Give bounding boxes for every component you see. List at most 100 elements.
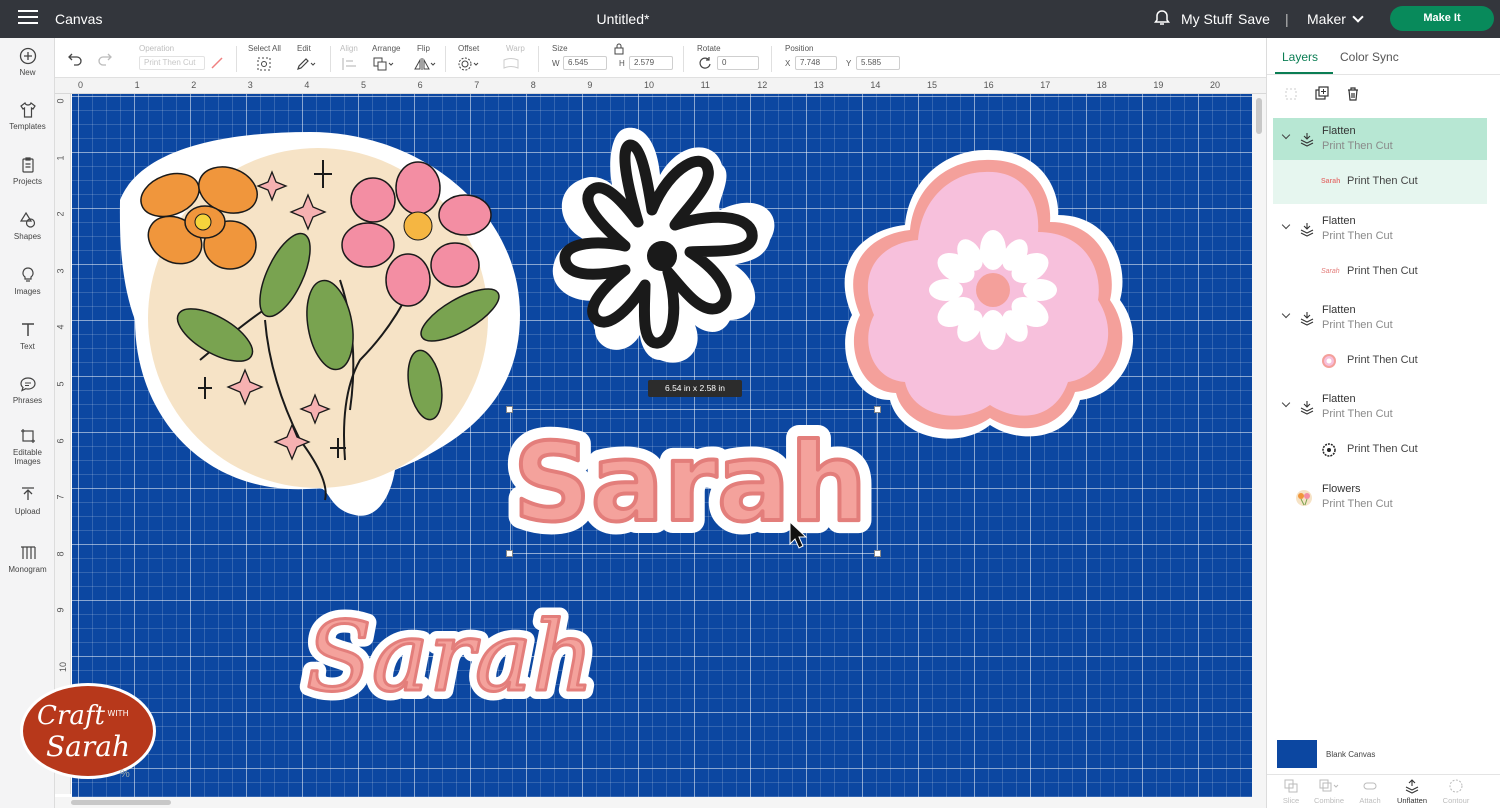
sidebar-item-phrases[interactable]: Phrases bbox=[0, 375, 55, 405]
layer-group-header[interactable]: Flatten Print Then Cut bbox=[1273, 118, 1487, 160]
y-position-input[interactable]: 5.585 bbox=[856, 56, 900, 70]
operation-select[interactable]: Print Then Cut bbox=[139, 56, 205, 70]
arrange-icon[interactable] bbox=[372, 56, 396, 72]
warp-label: Warp bbox=[506, 44, 525, 53]
redo-icon[interactable] bbox=[97, 50, 113, 66]
selection-box[interactable] bbox=[510, 409, 878, 554]
make-it-button[interactable]: Make It bbox=[1390, 6, 1494, 31]
layer-group[interactable]: Flatten Print Then Cut Print Then Cut bbox=[1273, 297, 1487, 383]
sidebar-label: Projects bbox=[13, 177, 42, 186]
layer-group-header[interactable]: Flowers Print Then Cut bbox=[1273, 476, 1487, 518]
vertical-scrollbar[interactable] bbox=[1252, 94, 1266, 797]
undo-icon[interactable] bbox=[67, 50, 83, 66]
layer-group[interactable]: Flatten Print Then Cut Print Then Cut bbox=[1273, 386, 1487, 472]
sidebar-item-monogram[interactable]: Monogram bbox=[0, 544, 55, 574]
flip-icon[interactable] bbox=[413, 56, 437, 72]
lightbulb-icon bbox=[21, 267, 34, 282]
align-label: Align bbox=[340, 44, 358, 53]
horizontal-scrollbar[interactable] bbox=[55, 797, 1266, 808]
edit-pencil-icon[interactable] bbox=[295, 56, 317, 72]
resize-handle[interactable] bbox=[874, 406, 881, 413]
layers-panel: Layers Color Sync Flatten Print Then Cut… bbox=[1266, 38, 1500, 808]
x-position-input[interactable]: 7.748 bbox=[795, 56, 837, 70]
select-all-label: Select All bbox=[248, 44, 281, 53]
tab-layers[interactable]: Layers bbox=[1282, 50, 1318, 64]
layer-group-header[interactable]: Flatten Print Then Cut bbox=[1273, 297, 1487, 339]
layer-name: Flatten bbox=[1322, 125, 1356, 137]
slice-button: Slice bbox=[1271, 778, 1311, 805]
resize-handle[interactable] bbox=[506, 406, 513, 413]
panel-divider bbox=[1267, 774, 1500, 775]
chevron-down-icon[interactable] bbox=[1281, 309, 1291, 319]
duplicate-icon[interactable] bbox=[1314, 86, 1330, 102]
layer-name: Flowers bbox=[1322, 483, 1361, 495]
ruler-tick-label: 1 bbox=[55, 155, 66, 161]
sidebar-item-editable-images[interactable]: Editable Images bbox=[0, 427, 55, 466]
combine-button: Combine bbox=[1309, 778, 1349, 805]
offset-icon[interactable] bbox=[457, 56, 481, 72]
craft-with-sarah-logo: Craft WITH Sarah bbox=[20, 683, 156, 779]
ruler-tick-label: 9 bbox=[55, 607, 66, 613]
width-input[interactable]: 6.545 bbox=[563, 56, 607, 70]
sidebar-label: Upload bbox=[14, 507, 41, 516]
ruler-tick-label: 19 bbox=[1153, 80, 1164, 90]
zoom-indicator[interactable]: % bbox=[120, 768, 130, 780]
height-input[interactable]: 2.579 bbox=[629, 56, 673, 70]
blank-canvas-swatch[interactable] bbox=[1277, 740, 1317, 768]
shapes-icon bbox=[19, 211, 35, 228]
chevron-down-icon[interactable] bbox=[1281, 130, 1291, 140]
layer-group-flowers[interactable]: Flowers Print Then Cut bbox=[1273, 476, 1487, 518]
layer-group[interactable]: Flatten Print Then Cut Sarah Print Then … bbox=[1273, 208, 1487, 294]
arrange-label: Arrange bbox=[372, 44, 401, 53]
attach-button: Attach bbox=[1350, 778, 1390, 805]
rotate-label: Rotate bbox=[697, 44, 721, 53]
layer-item-name: Print Then Cut bbox=[1347, 265, 1418, 277]
sidebar-item-projects[interactable]: Projects bbox=[0, 156, 55, 186]
document-title[interactable]: Untitled* bbox=[0, 11, 1246, 27]
layer-group[interactable]: Flatten Print Then Cut Sarah Print Then … bbox=[1273, 118, 1487, 204]
unflatten-button[interactable]: Unflatten bbox=[1392, 778, 1432, 805]
operation-color-swatch-icon[interactable] bbox=[210, 56, 224, 70]
layer-item[interactable]: Sarah Print Then Cut bbox=[1273, 250, 1487, 294]
layer-group-header[interactable]: Flatten Print Then Cut bbox=[1273, 208, 1487, 250]
sidebar-item-shapes[interactable]: Shapes bbox=[0, 211, 55, 241]
ruler-tick-label: 10 bbox=[58, 661, 69, 673]
tab-color-sync[interactable]: Color Sync bbox=[1340, 50, 1399, 64]
sidebar-label: Text bbox=[20, 342, 35, 351]
layer-item[interactable]: Print Then Cut bbox=[1273, 428, 1487, 472]
rotate-input[interactable]: 0 bbox=[717, 56, 759, 70]
notification-bell-icon[interactable] bbox=[1153, 9, 1171, 27]
scroll-thumb[interactable] bbox=[1256, 98, 1262, 134]
sidebar-item-images[interactable]: Images bbox=[0, 266, 55, 296]
flowers-thumbnail-icon bbox=[1296, 490, 1312, 506]
scroll-thumb[interactable] bbox=[71, 800, 171, 805]
my-stuff-link[interactable]: My Stuff bbox=[1181, 11, 1232, 27]
projects-icon bbox=[21, 157, 34, 173]
toolbar-divider bbox=[683, 46, 684, 72]
rotate-icon[interactable] bbox=[698, 56, 712, 70]
layer-group-header[interactable]: Flatten Print Then Cut bbox=[1273, 386, 1487, 428]
chevron-down-icon[interactable] bbox=[1281, 220, 1291, 230]
resize-handle[interactable] bbox=[874, 550, 881, 557]
machine-selector[interactable]: Maker bbox=[1307, 11, 1364, 27]
width-label: W bbox=[552, 59, 560, 68]
resize-handle[interactable] bbox=[506, 550, 513, 557]
lock-icon[interactable] bbox=[614, 43, 624, 55]
layer-item[interactable]: Print Then Cut bbox=[1273, 339, 1487, 383]
sidebar-item-upload[interactable]: Upload bbox=[0, 486, 55, 516]
layer-item-name: Print Then Cut bbox=[1347, 175, 1418, 187]
sidebar-item-templates[interactable]: Templates bbox=[0, 101, 55, 131]
flowers-sticker bbox=[119, 132, 521, 516]
upload-icon bbox=[21, 487, 34, 500]
save-button[interactable]: Save bbox=[1238, 11, 1270, 27]
sidebar-item-new[interactable]: New bbox=[0, 47, 55, 77]
select-all-icon[interactable] bbox=[256, 56, 272, 72]
ruler-tick-label: 6 bbox=[417, 80, 423, 90]
delete-icon[interactable] bbox=[1345, 86, 1361, 102]
chevron-down-icon[interactable] bbox=[1281, 398, 1291, 408]
topbar-separator: | bbox=[1285, 11, 1289, 27]
ruler-tick-label: 1 bbox=[134, 80, 140, 90]
sidebar-item-text[interactable]: Text bbox=[0, 321, 55, 351]
bottom-tool-label: Unflatten bbox=[1396, 796, 1428, 805]
layer-item[interactable]: Sarah Print Then Cut bbox=[1273, 160, 1487, 204]
